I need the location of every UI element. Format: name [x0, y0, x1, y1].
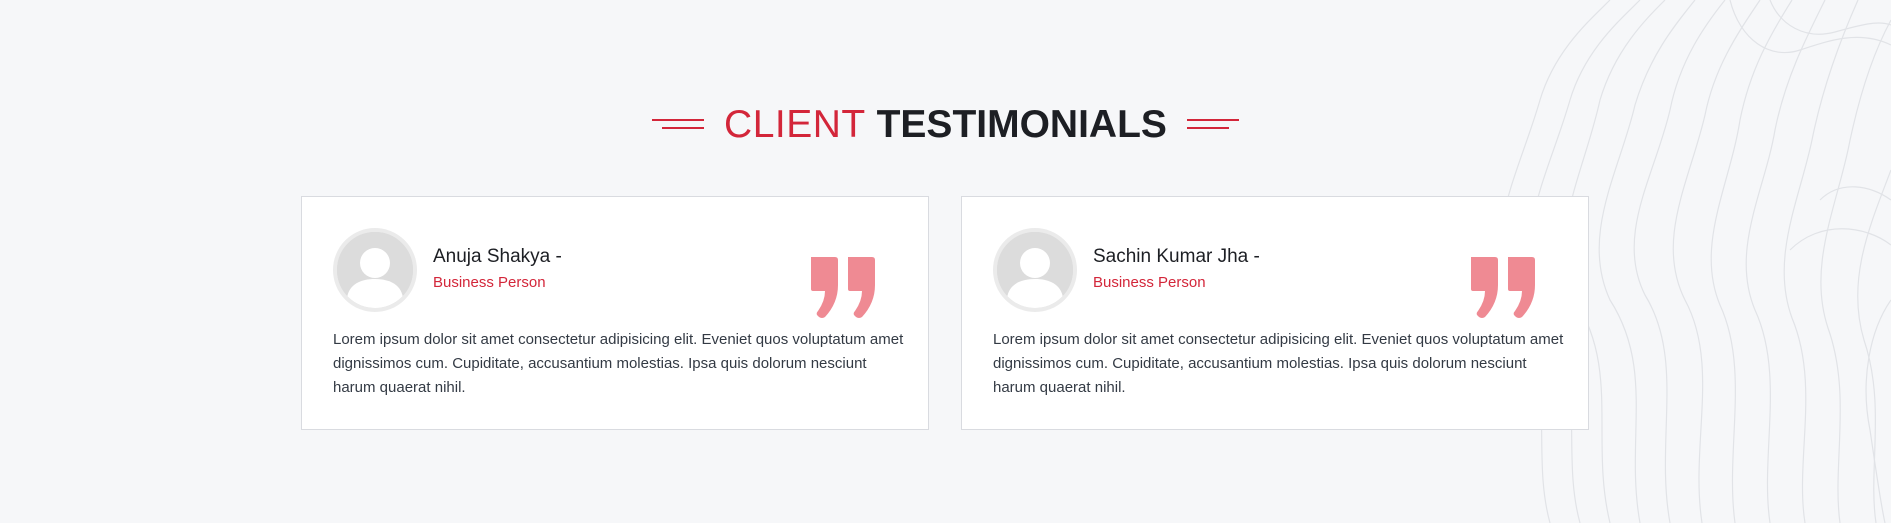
user-placeholder-icon [993, 228, 1077, 312]
heading-decoration-left [652, 117, 705, 131]
quote-icon [1471, 257, 1535, 318]
testimonials-section: CLIENT TESTIMONIALS Anuja Shakya - Busin… [0, 0, 1891, 523]
title-light-word: CLIENT [724, 102, 866, 146]
testimonial-author-name: Anuja Shakya - [433, 246, 562, 267]
section-heading: CLIENT TESTIMONIALS [0, 96, 1891, 152]
testimonial-text: Lorem ipsum dolor sit amet consectetur a… [993, 331, 1564, 396]
testimonial-author-role: Business Person [433, 274, 546, 291]
testimonial-card: Anuja Shakya - Business Person Lorem ips… [301, 196, 929, 430]
testimonial-card: Sachin Kumar Jha - Business Person Lorem… [961, 196, 1589, 430]
testimonial-author-role: Business Person [1093, 274, 1206, 291]
user-placeholder-icon [333, 228, 417, 312]
heading-decoration-right [1186, 117, 1239, 131]
testimonial-text: Lorem ipsum dolor sit amet consectetur a… [333, 331, 904, 396]
testimonial-author-name: Sachin Kumar Jha - [1093, 246, 1260, 267]
title-bold-word: TESTIMONIALS [876, 102, 1167, 146]
quote-icon [811, 257, 875, 318]
section-title: CLIENT TESTIMONIALS [724, 105, 1167, 144]
